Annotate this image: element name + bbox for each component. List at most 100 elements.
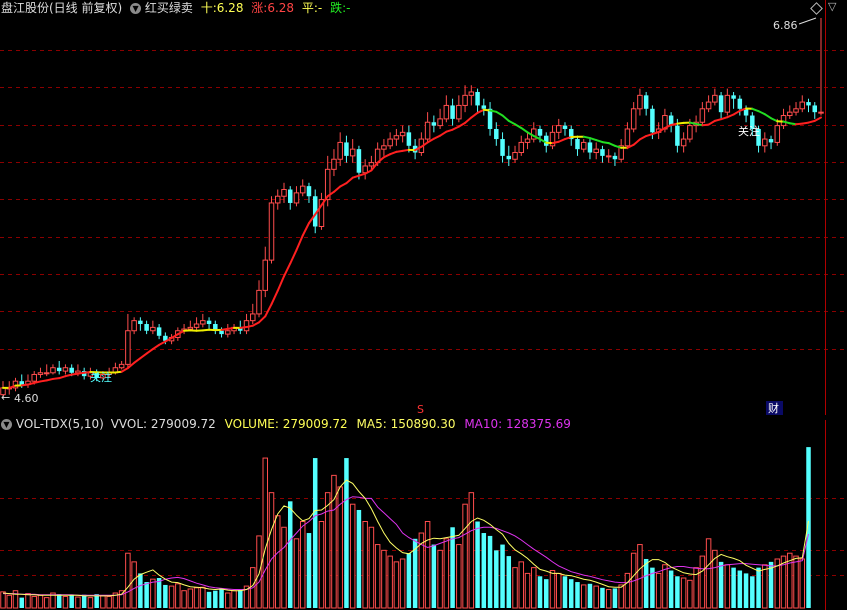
candle-body — [399, 131, 406, 137]
candlestick — [618, 139, 624, 163]
candlestick — [680, 132, 687, 153]
candlestick — [818, 18, 824, 116]
volume-bar — [231, 590, 237, 609]
ma-segment — [457, 121, 467, 128]
candle-body — [62, 367, 69, 372]
candlestick — [144, 320, 149, 335]
ma-segment — [607, 142, 616, 147]
ma-segment — [301, 222, 310, 237]
candle-body — [793, 108, 799, 113]
focus-label-right: 关注 — [738, 124, 760, 138]
candle-body — [406, 132, 412, 146]
ma-segment — [264, 303, 273, 318]
volume-bar — [549, 570, 556, 609]
ma-segment — [751, 107, 760, 113]
volume-bar — [575, 582, 580, 608]
volume-bar — [56, 594, 62, 608]
candlestick — [612, 152, 618, 166]
volume-bar — [555, 572, 562, 609]
volume-bar — [138, 573, 143, 608]
candle-body — [193, 323, 200, 328]
candlestick — [731, 91, 736, 109]
ma-segment — [813, 116, 822, 122]
volume-bar — [668, 570, 674, 608]
candle-body — [724, 94, 731, 113]
volume-bar — [618, 584, 624, 609]
volume-bar — [750, 576, 755, 608]
volume-bar — [25, 593, 31, 609]
volume-bar — [0, 591, 6, 609]
candlestick — [443, 95, 450, 123]
volume-bar — [537, 576, 543, 608]
ma-segment — [476, 108, 485, 114]
candle-body — [287, 189, 293, 203]
candlestick — [418, 132, 425, 156]
marker-s[interactable]: S — [417, 403, 424, 415]
volume-bar — [687, 579, 693, 609]
candlestick — [568, 125, 574, 146]
volume-bar — [612, 588, 618, 608]
volume-bar — [168, 585, 175, 609]
volume-bar — [443, 538, 450, 609]
candlestick — [600, 145, 605, 163]
ma-segment — [339, 182, 348, 188]
ma-segment — [770, 117, 779, 123]
volume-bar — [531, 567, 537, 609]
candlestick — [475, 88, 480, 113]
candle-body — [387, 138, 393, 147]
volume-bar — [62, 595, 69, 609]
volume-bar — [69, 595, 74, 608]
volume-bar — [262, 457, 269, 609]
candlestick — [125, 313, 131, 368]
candlestick — [150, 320, 156, 335]
volume-bar — [662, 564, 668, 609]
volume-bar — [637, 544, 643, 609]
candle-body — [69, 367, 74, 373]
candle-body — [518, 141, 525, 154]
marker-cai[interactable]: 财 — [768, 401, 779, 415]
ma-segment — [557, 138, 566, 143]
candle-body — [712, 94, 718, 103]
candlestick — [500, 132, 505, 163]
volume-bar — [31, 595, 37, 609]
candle-body — [605, 155, 612, 158]
candle-body — [31, 373, 37, 382]
volume-bar — [125, 552, 131, 609]
candlestick — [549, 125, 556, 150]
candlestick — [712, 88, 718, 106]
candlestick — [200, 313, 206, 328]
volume-bar — [731, 567, 736, 608]
volume-chart[interactable] — [0, 420, 847, 610]
volume-bar — [424, 521, 431, 609]
ma-segment — [507, 119, 517, 126]
candlestick — [299, 179, 306, 197]
price-chart[interactable]: 6.86 4.60 ← 关注 关注 S 财 — [0, 0, 847, 415]
candlestick — [787, 105, 793, 119]
candlestick — [762, 132, 768, 153]
candle-body — [462, 94, 468, 106]
candlestick — [593, 142, 599, 160]
volume-bar — [580, 584, 587, 609]
candle-body — [580, 141, 587, 150]
volume-bar — [106, 595, 112, 609]
volume-bar — [306, 533, 312, 608]
volume-bar — [456, 544, 462, 609]
candle-body — [806, 102, 811, 106]
candlestick — [243, 313, 250, 335]
volume-bar — [312, 458, 318, 608]
volume-bar — [81, 594, 87, 608]
candle-body — [156, 327, 162, 336]
volume-bar — [431, 544, 437, 608]
candle-body — [481, 105, 487, 109]
candle-body — [281, 189, 287, 197]
candlestick — [487, 102, 493, 136]
candlestick — [555, 118, 562, 140]
volume-bar — [287, 501, 293, 608]
volume-bar — [494, 550, 499, 608]
candlestick — [56, 361, 62, 375]
candle-body — [150, 326, 156, 332]
low-price-label: 4.60 — [14, 392, 39, 405]
candlestick — [643, 91, 649, 116]
volume-bar — [512, 567, 518, 609]
candlestick — [518, 135, 525, 156]
